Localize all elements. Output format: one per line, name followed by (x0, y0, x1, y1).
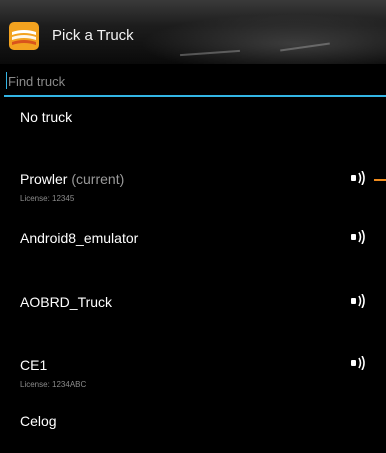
truck-item-aobrd-truck[interactable]: AOBRD_Truck (0, 272, 386, 332)
truck-item-ce1[interactable]: CE1 License: 1234ABC (0, 332, 386, 402)
truck-item-android8-emulator[interactable]: Android8_emulator (0, 210, 386, 272)
header-background-decoration (140, 14, 386, 64)
truck-license: License: 1234ABC (20, 380, 87, 389)
truck-name: AOBRD_Truck (20, 294, 113, 310)
page-title: Pick a Truck (52, 27, 134, 44)
connection-signal-icon[interactable] (350, 230, 368, 244)
connection-signal-icon[interactable] (350, 294, 368, 308)
connection-signal-icon[interactable] (350, 356, 368, 370)
search-underline (4, 95, 386, 97)
truck-name: CE1 (20, 357, 48, 373)
find-truck-input[interactable] (0, 69, 384, 93)
truck-name: Prowler (current) (20, 171, 125, 187)
truck-license: License: 12345 (20, 194, 75, 203)
truck-item-prowler[interactable]: Prowler (current) License: 12345 (0, 150, 386, 210)
connection-signal-icon[interactable] (350, 171, 368, 185)
current-indicator: (current) (67, 171, 125, 187)
search-bar[interactable] (0, 69, 386, 97)
action-bar: Pick a Truck (0, 0, 386, 64)
truck-name: Celog (20, 413, 57, 429)
truck-item-celog[interactable]: Celog (0, 402, 386, 453)
truck-name: Android8_emulator (20, 230, 139, 246)
truck-name: No truck (20, 109, 73, 125)
truck-app-icon[interactable] (9, 22, 39, 50)
current-truck-marker (374, 179, 386, 181)
truck-item-no-truck[interactable]: No truck (0, 98, 386, 150)
